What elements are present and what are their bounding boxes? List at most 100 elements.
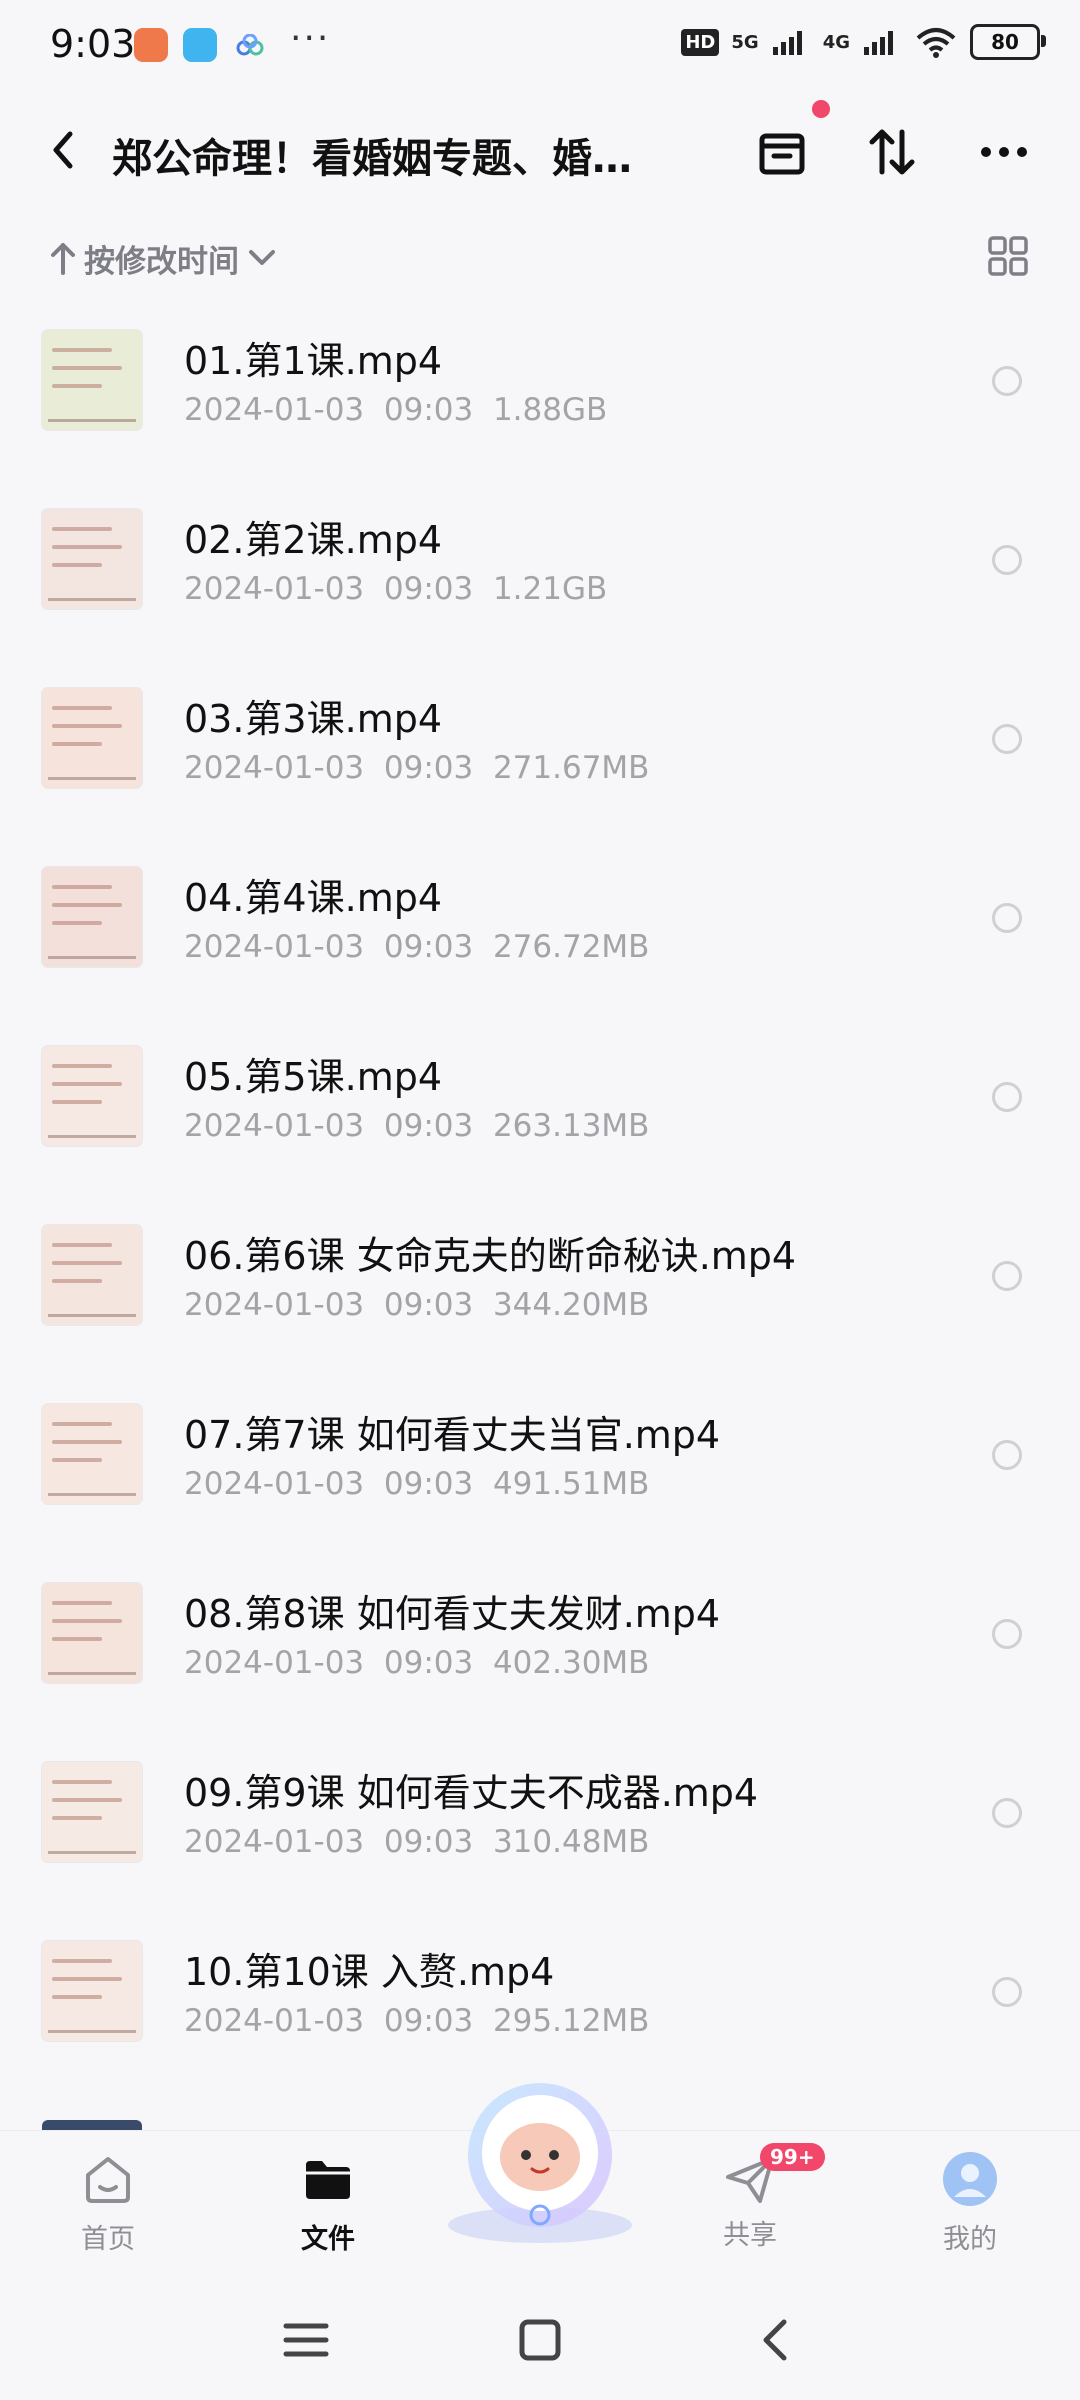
file-time: 09:03 — [383, 1108, 474, 1144]
select-checkbox[interactable] — [992, 903, 1022, 933]
file-time: 09:03 — [383, 2003, 474, 2039]
network-4g-label: 4G — [822, 31, 850, 53]
video-thumbnail — [42, 1583, 142, 1683]
file-name: 08.第8课 如何看丈夫发财.mp4 — [184, 1592, 721, 1636]
home-square-icon[interactable] — [510, 2310, 570, 2370]
video-thumbnail — [42, 1225, 142, 1325]
file-row[interactable]: 08.第8课 如何看丈夫发财.mp4 2024-01-03 09:03 402.3… — [0, 1553, 1080, 1732]
file-name: 05.第5课.mp4 — [184, 1055, 443, 1099]
file-row[interactable]: 01.第1课.mp4 2024-01-03 09:03 1.88GB — [0, 300, 1080, 479]
system-nav-bar — [0, 2270, 1080, 2400]
battery-icon: 80 — [970, 24, 1046, 60]
file-row[interactable]: 09.第9课 如何看丈夫不成器.mp4 2024-01-03 09:03 310.… — [0, 1732, 1080, 1911]
file-date: 2024-01-03 — [184, 392, 365, 428]
file-name: 09.第9课 如何看丈夫不成器.mp4 — [184, 1771, 759, 1815]
select-checkbox[interactable] — [992, 1261, 1022, 1291]
tab-files[interactable]: 文件 — [268, 2151, 388, 2256]
video-thumbnail — [42, 1404, 142, 1504]
file-size: 295.12MB — [492, 2003, 650, 2039]
cloud-app-icon — [236, 34, 264, 56]
file-row[interactable]: 04.第4课.mp4 2024-01-03 09:03 276.72MB — [0, 837, 1080, 1016]
file-date: 2024-01-03 — [184, 571, 365, 607]
home-icon — [86, 2157, 130, 2203]
file-row[interactable]: 05.第5课.mp4 2024-01-03 09:03 263.13MB — [0, 1016, 1080, 1195]
file-time: 09:03 — [383, 1466, 474, 1502]
assistant-mascot-button[interactable] — [440, 2075, 640, 2245]
menu-icon[interactable] — [276, 2310, 336, 2370]
file-date: 2024-01-03 — [184, 2003, 365, 2039]
select-checkbox[interactable] — [992, 1798, 1022, 1828]
file-size: 1.21GB — [492, 571, 608, 607]
select-checkbox[interactable] — [992, 366, 1022, 396]
file-name: 02.第2课.mp4 — [184, 518, 443, 562]
file-meta: 2024-01-03 09:03 271.67MB — [184, 750, 649, 786]
file-name: 01.第1课.mp4 — [184, 339, 443, 383]
sort-order-icon[interactable] — [862, 122, 922, 182]
title-bar: 郑公命理！看婚姻专题、婚… — [0, 100, 1080, 200]
file-row[interactable]: 10.第10课 入赘.mp4 2024-01-03 09:03 295.12MB — [0, 1911, 1080, 2090]
file-time: 09:03 — [383, 571, 474, 607]
file-row[interactable]: 07.第7课 如何看丈夫当官.mp4 2024-01-03 09:03 491.5… — [0, 1374, 1080, 1553]
file-name: 04.第4课.mp4 — [184, 876, 443, 920]
file-meta: 2024-01-03 09:03 491.51MB — [184, 1466, 649, 1502]
more-notifications-icon: ··· — [290, 18, 331, 59]
more-options-icon[interactable] — [974, 122, 1034, 182]
video-thumbnail — [42, 867, 142, 967]
signal-icon-2 — [864, 31, 893, 55]
file-size: 263.13MB — [492, 1108, 650, 1144]
select-checkbox[interactable] — [992, 724, 1022, 754]
tab-share[interactable]: 99+ 共享 — [690, 2143, 825, 2252]
file-meta: 2024-01-03 09:03 310.48MB — [184, 1824, 649, 1860]
file-date: 2024-01-03 — [184, 1645, 365, 1681]
back-icon[interactable] — [44, 126, 84, 174]
video-thumbnail — [42, 330, 142, 430]
file-list: 01.第1课.mp4 2024-01-03 09:03 1.88GB 02.第2课.… — [0, 300, 1080, 2090]
file-time: 09:03 — [383, 1287, 474, 1323]
file-name: 10.第10课 入赘.mp4 — [184, 1950, 555, 1994]
battery-level: 80 — [991, 30, 1019, 54]
file-date: 2024-01-03 — [184, 929, 365, 965]
sort-selector[interactable]: 按修改时间 — [50, 228, 277, 288]
file-time: 09:03 — [383, 929, 474, 965]
network-5g-label: 5G — [731, 31, 759, 53]
browser-app-icon — [183, 28, 217, 62]
file-time: 09:03 — [383, 1645, 474, 1681]
select-checkbox[interactable] — [992, 1082, 1022, 1112]
transfer-box-icon[interactable] — [752, 122, 812, 182]
file-row[interactable]: 06.第6课 女命克夫的断命秘诀.mp4 2024-01-03 09:03 344… — [0, 1195, 1080, 1374]
tab-home-label: 首页 — [81, 2224, 135, 2255]
tab-me[interactable]: 我的 — [910, 2151, 1030, 2256]
select-checkbox[interactable] — [992, 1619, 1022, 1649]
sort-label: 按修改时间 — [84, 243, 239, 280]
status-right: HD 5G 4G 80 — [681, 24, 1046, 60]
shopping-app-icon — [134, 28, 168, 62]
file-size: 344.20MB — [492, 1287, 650, 1323]
tab-home[interactable]: 首页 — [48, 2151, 168, 2256]
file-row[interactable]: 03.第3课.mp4 2024-01-03 09:03 271.67MB — [0, 658, 1080, 837]
file-meta: 2024-01-03 09:03 1.88GB — [184, 392, 607, 428]
file-size: 1.88GB — [492, 392, 608, 428]
status-time: 9:03 — [50, 22, 136, 66]
folder-icon — [306, 2161, 350, 2199]
select-checkbox[interactable] — [992, 1440, 1022, 1470]
nav-back-icon[interactable] — [746, 2310, 806, 2370]
file-time: 09:03 — [383, 750, 474, 786]
grid-view-icon[interactable] — [988, 236, 1028, 276]
file-row[interactable]: 02.第2课.mp4 2024-01-03 09:03 1.21GB — [0, 479, 1080, 658]
file-date: 2024-01-03 — [184, 1466, 365, 1502]
file-date: 2024-01-03 — [184, 750, 365, 786]
select-checkbox[interactable] — [992, 1977, 1022, 2007]
select-checkbox[interactable] — [992, 545, 1022, 575]
file-name: 06.第6课 女命克夫的断命秘诀.mp4 — [184, 1234, 797, 1278]
file-size: 271.67MB — [492, 750, 650, 786]
tab-files-label: 文件 — [301, 2224, 355, 2255]
file-date: 2024-01-03 — [184, 1824, 365, 1860]
wifi-icon — [916, 28, 956, 58]
video-thumbnail — [42, 1762, 142, 1862]
tab-me-label: 我的 — [943, 2224, 997, 2255]
avatar — [943, 2152, 997, 2206]
arrow-up-icon — [51, 243, 75, 275]
file-size: 491.51MB — [492, 1466, 650, 1502]
file-meta: 2024-01-03 09:03 263.13MB — [184, 1108, 649, 1144]
folder-title: 郑公命理！看婚姻专题、婚… — [112, 136, 632, 182]
